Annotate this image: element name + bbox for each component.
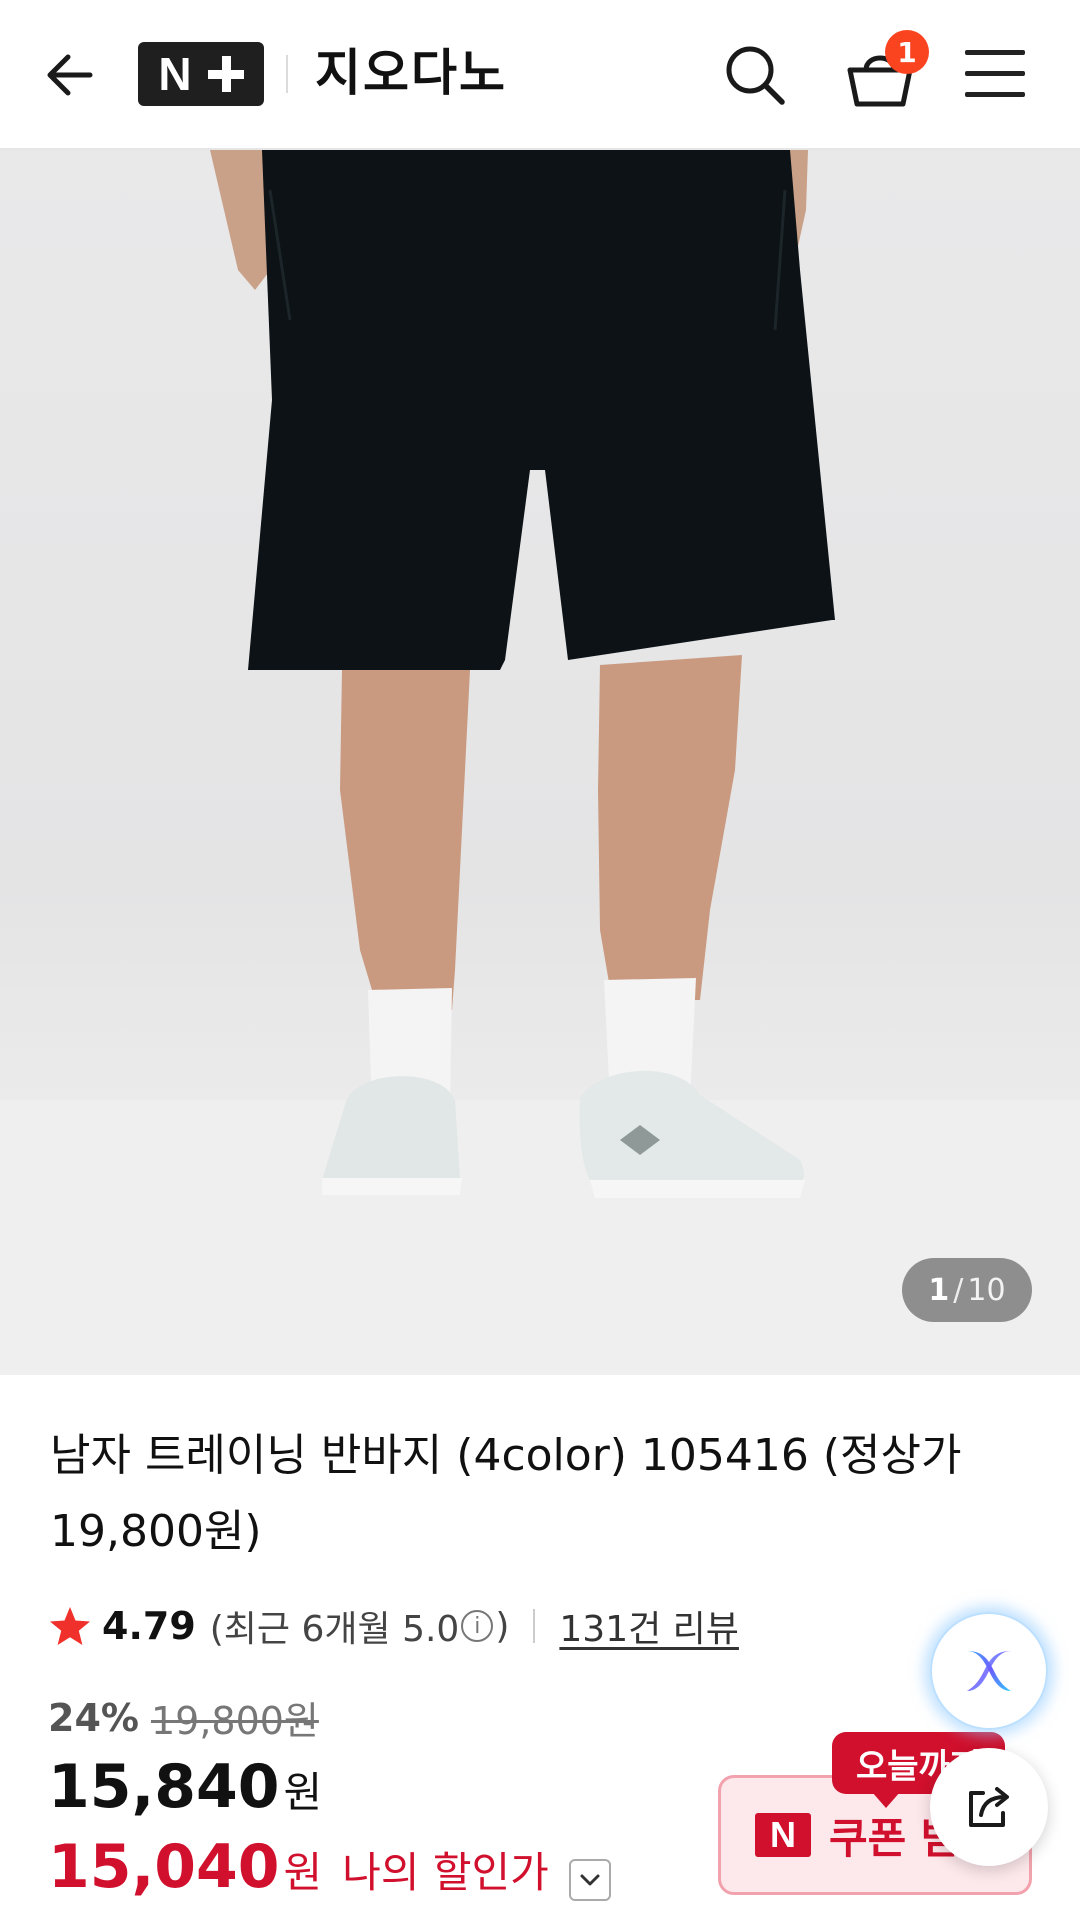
review-count-link[interactable]: 131건 리뷰 (559, 1600, 739, 1652)
cart-count-badge: 1 (885, 30, 929, 74)
my-price-label: 나의 할인가 (342, 1848, 549, 1897)
divider (286, 55, 288, 93)
search-icon (726, 46, 785, 105)
search-button[interactable] (720, 40, 790, 110)
info-icon[interactable]: i (461, 1610, 494, 1642)
ai-assistant-icon (967, 1651, 1011, 1691)
star-icon (50, 1607, 90, 1645)
menu-button[interactable] (965, 48, 1025, 100)
logo-letter: N (158, 48, 192, 100)
my-price-row[interactable]: 15,040 원 나의 할인가 (48, 1832, 611, 1902)
store-name[interactable]: 지오다노 (315, 38, 507, 108)
ai-assistant-button[interactable] (930, 1612, 1048, 1730)
rating-score: 4.79 (102, 1604, 196, 1648)
share-button[interactable] (930, 1748, 1048, 1866)
hamburger-menu-icon (965, 50, 1025, 55)
product-photo (0, 150, 1080, 1375)
recent-rating-close: ) (495, 1605, 510, 1647)
my-price-unit: 원 (283, 1848, 323, 1897)
sale-price: 15,840 (48, 1752, 280, 1822)
share-icon (969, 1787, 1009, 1827)
discount-rate: 24% (48, 1695, 139, 1740)
total-image-count: 10 (967, 1272, 1006, 1308)
recent-rating-text: (최근 6개월 5.0 (209, 1609, 460, 1650)
info-icon-glyph: i (474, 1613, 481, 1639)
sale-price-row: 15,840 원 (48, 1752, 322, 1822)
original-price: 19,800원 (150, 1699, 319, 1743)
image-page-counter: 1 / 10 (902, 1258, 1032, 1322)
price-unit: 원 (283, 1768, 323, 1817)
expand-price-button[interactable] (568, 1859, 611, 1901)
naver-n-icon: N (755, 1813, 811, 1857)
product-image-gallery[interactable]: 1 / 10 (0, 150, 1080, 1375)
rating-row: 4.79 (최근 6개월 5.0 i ) 131건 리뷰 (48, 1598, 739, 1654)
discount-row: 24% 19,800원 (48, 1690, 319, 1745)
plus-icon (207, 56, 244, 92)
back-button[interactable] (40, 45, 100, 105)
current-image-index: 1 (928, 1272, 950, 1308)
product-title: 남자 트레이닝 반바지 (4color) 105416 (정상가 19,800원… (50, 1430, 962, 1557)
chevron-down-icon (580, 1874, 600, 1886)
arrow-left-icon (47, 54, 93, 96)
divider (533, 1609, 536, 1643)
top-app-bar: N 지오다노 1 (0, 0, 1080, 150)
naver-plus-store-logo[interactable]: N (138, 42, 264, 106)
my-discount-price: 15,040 (48, 1832, 280, 1902)
counter-separator: / (953, 1272, 964, 1308)
